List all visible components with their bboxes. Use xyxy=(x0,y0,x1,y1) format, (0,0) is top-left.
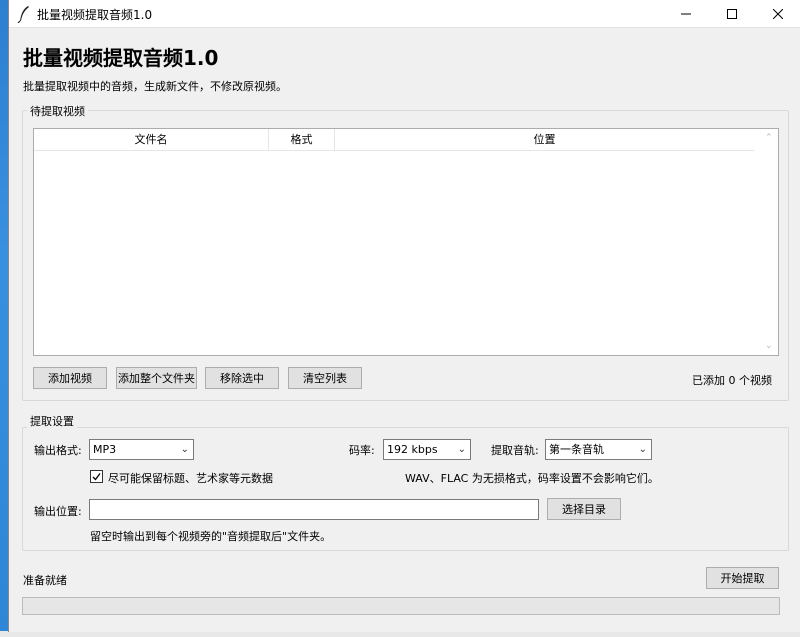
settings-group-label: 提取设置 xyxy=(27,413,77,429)
page-title: 批量视频提取音频1.0 xyxy=(23,46,219,70)
choose-directory-button[interactable]: 选择目录 xyxy=(547,498,621,520)
output-hint: 留空时输出到每个视频旁的"音频提取后"文件夹。 xyxy=(90,530,332,543)
video-list-group-label: 待提取视频 xyxy=(27,103,88,119)
output-format-value: MP3 xyxy=(93,443,117,456)
scroll-down-icon[interactable]: ⌄ xyxy=(765,341,773,351)
track-label: 提取音轨: xyxy=(491,444,539,457)
close-icon xyxy=(773,9,783,19)
column-header-filename[interactable]: 文件名 xyxy=(34,129,269,151)
app-window: 批量视频提取音频1.0 批量视频提取音频1.0 批量提取视频中的音频，生成新文件… xyxy=(8,0,800,632)
title-bar[interactable]: 批量视频提取音频1.0 xyxy=(9,0,800,28)
video-list-table[interactable]: 文件名 格式 位置 ⌃ ⌄ xyxy=(33,128,779,356)
minimize-button[interactable] xyxy=(663,0,709,28)
output-location-input[interactable] xyxy=(89,499,539,520)
bitrate-value: 192 kbps xyxy=(387,443,438,456)
output-format-select[interactable]: MP3 ⌄ xyxy=(89,439,194,460)
track-select[interactable]: 第一条音轨 ⌄ xyxy=(545,439,652,460)
chevron-down-icon: ⌄ xyxy=(180,444,189,455)
page-subtitle: 批量提取视频中的音频，生成新文件，不修改原视频。 xyxy=(23,80,287,93)
table-header: 文件名 格式 位置 xyxy=(34,129,754,151)
output-location-label: 输出位置: xyxy=(34,505,82,518)
column-header-location[interactable]: 位置 xyxy=(335,129,754,151)
window-title: 批量视频提取音频1.0 xyxy=(37,8,153,22)
bitrate-label: 码率: xyxy=(349,444,375,457)
clear-list-button[interactable]: 清空列表 xyxy=(288,367,362,389)
add-video-button[interactable]: 添加视频 xyxy=(33,367,107,389)
maximize-icon xyxy=(727,9,737,19)
scroll-up-icon[interactable]: ⌃ xyxy=(765,133,773,143)
add-folder-button[interactable]: 添加整个文件夹 xyxy=(116,367,197,389)
desktop-background xyxy=(0,0,8,637)
lossless-note: WAV、FLAC 为无损格式，码率设置不会影响它们。 xyxy=(405,472,659,485)
remove-selected-button[interactable]: 移除选中 xyxy=(205,367,279,389)
feather-icon xyxy=(17,6,29,23)
checkmark-icon xyxy=(92,473,101,481)
output-format-label: 输出格式: xyxy=(34,444,82,457)
list-scrollbar[interactable]: ⌃ ⌄ xyxy=(760,129,778,355)
chevron-down-icon: ⌄ xyxy=(457,444,466,455)
column-header-format[interactable]: 格式 xyxy=(269,129,335,151)
keep-metadata-label[interactable]: 尽可能保留标题、艺术家等元数据 xyxy=(108,470,273,486)
minimize-icon xyxy=(681,13,691,15)
start-extract-button[interactable]: 开始提取 xyxy=(706,567,779,589)
status-text: 准备就绪 xyxy=(23,574,67,587)
chevron-down-icon: ⌄ xyxy=(638,444,647,455)
track-value: 第一条音轨 xyxy=(549,443,604,456)
progress-bar xyxy=(22,597,780,615)
bitrate-select[interactable]: 192 kbps ⌄ xyxy=(383,439,471,460)
video-count: 已添加 0 个视频 xyxy=(692,374,772,387)
keep-metadata-checkbox[interactable] xyxy=(90,470,103,483)
close-button[interactable] xyxy=(755,0,800,28)
maximize-button[interactable] xyxy=(709,0,755,28)
